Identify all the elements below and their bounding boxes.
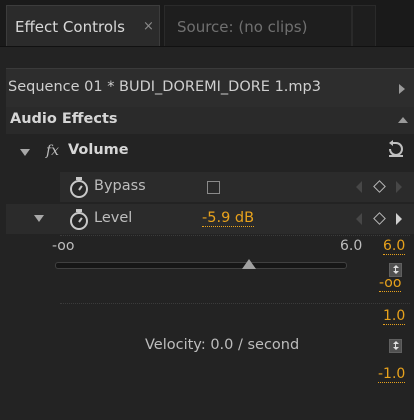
effect-name: Volume [68,142,129,158]
velocity-label: Velocity: 0.0 / second [145,337,300,353]
spin-stepper-icon[interactable] [389,339,402,353]
reset-icon[interactable] [386,140,406,158]
tab-effect-controls-label: Effect Controls [15,18,125,36]
bypass-label: Bypass [94,178,146,194]
disclosure-triangle-icon[interactable] [34,215,44,222]
sequence-label: Sequence 01 * BUDI_DOREMI_DORE 1.mp3 [8,79,321,95]
slider-max-label: 6.0 [340,238,363,254]
slider-min-label: -oo [52,238,75,254]
velocity-top: 1.0 [383,308,406,325]
slider-min-bottom: -oo [379,275,402,292]
audio-effects-header[interactable]: Audio Effects [6,107,414,134]
slider-max-top: 6.0 [383,238,406,255]
section-title: Audio Effects [10,111,118,127]
bypass-checkbox[interactable] [207,181,220,194]
next-keyframe-icon[interactable] [396,213,402,225]
fx-icon[interactable]: fx [46,143,59,159]
level-row: Level -5.9 dB [6,204,414,234]
level-slider-thumb[interactable] [242,259,257,269]
tab-source-label: Source: (no clips) [177,18,308,36]
stopwatch-icon[interactable] [70,209,88,230]
add-keyframe-icon[interactable] [373,212,386,225]
disclosure-triangle-icon[interactable] [20,149,30,156]
prev-keyframe-icon[interactable] [356,213,362,225]
collapse-up-icon[interactable] [398,117,408,123]
close-icon[interactable]: × [143,19,154,34]
sequence-selector[interactable]: Sequence 01 * BUDI_DOREMI_DORE 1.mp3 [6,68,414,107]
level-slider-track[interactable] [55,262,347,269]
prev-keyframe-icon[interactable] [356,181,362,193]
tab-effect-controls[interactable]: Effect Controls × [6,5,160,46]
expand-right-icon[interactable] [399,84,405,94]
divider [60,303,410,304]
effect-row-volume[interactable]: fx Volume [6,138,414,166]
next-keyframe-icon[interactable] [396,181,402,193]
velocity-bottom: -1.0 [378,366,406,383]
level-value[interactable]: -5.9 dB [202,210,255,227]
tab-source[interactable]: Source: (no clips) [164,5,352,46]
stopwatch-icon[interactable] [70,177,88,198]
tab-overflow[interactable] [352,5,376,46]
level-label: Level [94,210,133,226]
add-keyframe-icon[interactable] [373,180,386,193]
divider [60,235,410,236]
bypass-row: Bypass [60,172,414,202]
